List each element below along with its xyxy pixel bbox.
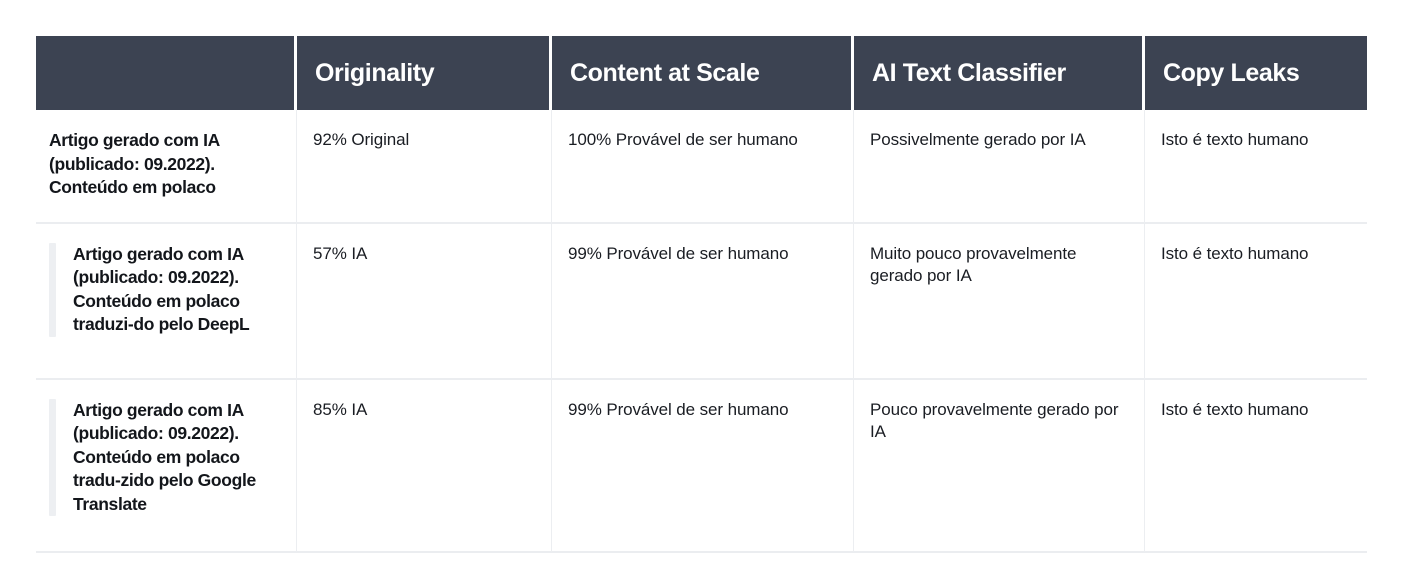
row-sample-label: Artigo gerado com IA (publicado: 09.2022… xyxy=(73,243,250,335)
table-row: Artigo gerado com IA (publicado: 09.2022… xyxy=(36,223,1367,380)
cell-value: Isto é texto humano xyxy=(1161,399,1309,419)
column-header-content-at-scale: Content at Scale xyxy=(552,36,854,110)
cell-value: 99% Provável de ser humano xyxy=(568,243,789,263)
cell-value: 85% IA xyxy=(313,399,368,419)
row-sample-cell: Artigo gerado com IA (publicado: 09.2022… xyxy=(36,379,297,553)
column-header-copy-leaks: Copy Leaks xyxy=(1145,36,1367,110)
cell-value: Muito pouco provavelmente gerado por IA xyxy=(870,243,1077,286)
cell-value: Isto é texto humano xyxy=(1161,130,1309,149)
table-row: Artigo gerado com IA (publicado: 09.2022… xyxy=(36,110,1367,224)
cell-originality: 57% IA xyxy=(297,223,552,380)
row-sample-cell: Artigo gerado com IA (publicado: 09.2022… xyxy=(36,223,297,380)
table-row: Artigo gerado com IA (publicado: 09.2022… xyxy=(36,379,1367,553)
comparison-table-wrapper: Originality Content at Scale AI Text Cla… xyxy=(36,36,1367,553)
row-sample-label: Artigo gerado com IA (publicado: 09.2022… xyxy=(49,130,220,197)
cell-originality: 85% IA xyxy=(297,379,552,553)
column-header-originality: Originality xyxy=(297,36,552,110)
row-accent-bar xyxy=(49,242,56,337)
cell-copy-leaks: Isto é texto humano xyxy=(1145,223,1367,380)
cell-ai-text-classifier: Possivelmente gerado por IA xyxy=(854,110,1145,224)
ai-detector-comparison-table: Originality Content at Scale AI Text Cla… xyxy=(36,36,1367,553)
cell-value: Possivelmente gerado por IA xyxy=(870,130,1086,149)
cell-content-at-scale: 100% Provável de ser humano xyxy=(552,110,854,224)
cell-value: 100% Provável de ser humano xyxy=(568,130,798,149)
page-root: Originality Content at Scale AI Text Cla… xyxy=(0,0,1401,577)
column-header-sample xyxy=(36,36,297,110)
column-header-ai-text-classifier: AI Text Classifier xyxy=(854,36,1145,110)
cell-value: Isto é texto humano xyxy=(1161,243,1309,263)
row-accent-bar xyxy=(49,398,56,516)
cell-value: Pouco provavelmente gerado por IA xyxy=(870,399,1119,442)
cell-ai-text-classifier: Pouco provavelmente gerado por IA xyxy=(854,379,1145,553)
header-row: Originality Content at Scale AI Text Cla… xyxy=(36,36,1367,110)
cell-originality: 92% Original xyxy=(297,110,552,224)
row-sample-label: Artigo gerado com IA (publicado: 09.2022… xyxy=(73,399,256,514)
row-sample-cell: Artigo gerado com IA (publicado: 09.2022… xyxy=(36,110,297,224)
cell-copy-leaks: Isto é texto humano xyxy=(1145,110,1367,224)
cell-content-at-scale: 99% Provável de ser humano xyxy=(552,223,854,380)
cell-value: 57% IA xyxy=(313,243,368,263)
cell-value: 92% Original xyxy=(313,130,410,149)
table-body: Artigo gerado com IA (publicado: 09.2022… xyxy=(36,110,1367,553)
cell-content-at-scale: 99% Provável de ser humano xyxy=(552,379,854,553)
cell-value: 99% Provável de ser humano xyxy=(568,399,789,419)
cell-ai-text-classifier: Muito pouco provavelmente gerado por IA xyxy=(854,223,1145,380)
table-header: Originality Content at Scale AI Text Cla… xyxy=(36,36,1367,110)
cell-copy-leaks: Isto é texto humano xyxy=(1145,379,1367,553)
